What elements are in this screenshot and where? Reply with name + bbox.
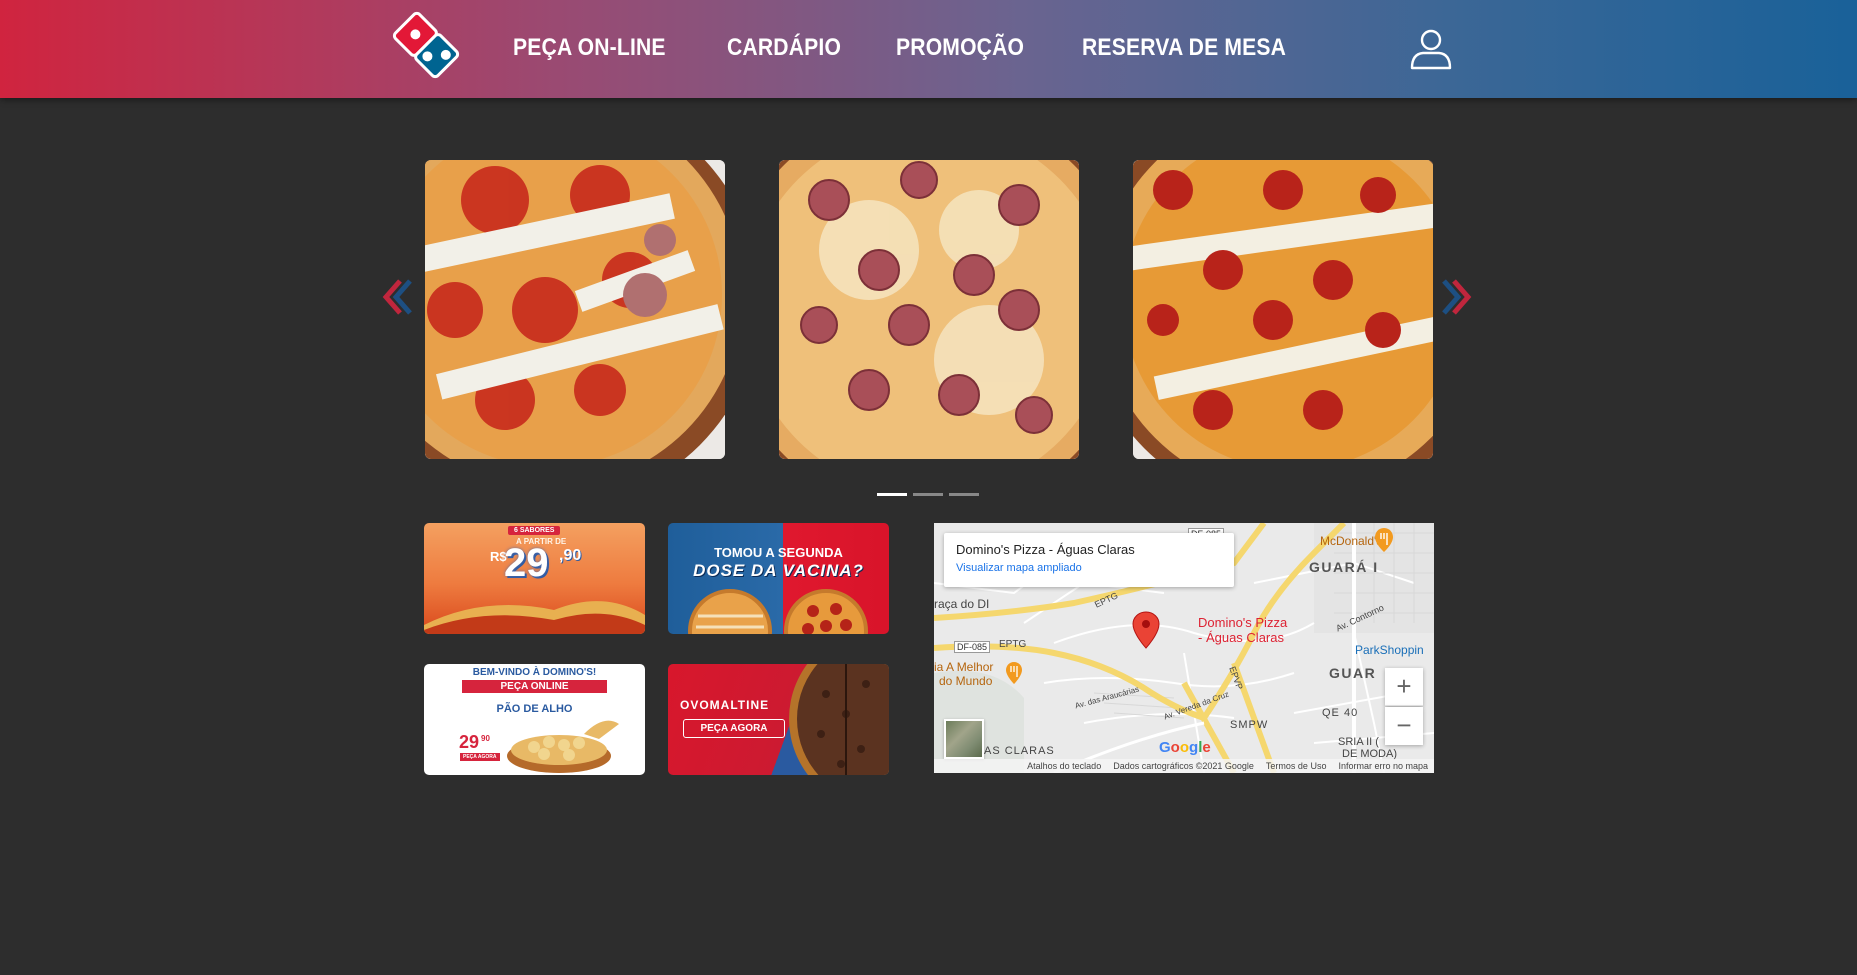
map-footer: Atalhos do teclado Dados cartográficos ©… [934,759,1434,773]
carousel-slide-pizza-salami[interactable] [779,160,1079,459]
carousel-dot-3[interactable] [949,493,979,496]
carousel-dots [877,493,979,496]
promo-banner-6-sabores[interactable]: 6 SABORES A PARTIR DE R$ 29 ,90 [424,523,645,634]
map-label-eptg-2: EPTG [999,639,1027,650]
promo-banner-pao-de-alho[interactable]: BEM-VINDO À DOMINO'S! PEÇA ONLINE PÃO DE… [424,664,645,775]
promo-peca-online: PEÇA ONLINE [462,680,607,693]
map-place-card: Domino's Pizza - Águas Claras Visualizar… [944,533,1234,587]
dominos-logo-icon[interactable] [390,7,462,79]
promo-cents: ,90 [559,547,582,564]
promo-vacina-line1: TOMOU A SEGUNDA [714,545,843,560]
map-label-a-melhor-2: do Mundo [939,674,993,688]
map-zoom-in-button[interactable]: + [1385,668,1423,706]
nav-peca-online[interactable]: PEÇA ON-LINE [513,34,666,62]
map-terms-link[interactable]: Termos de Uso [1266,759,1327,773]
two-pizzas-image [688,589,868,634]
garlic-bread-image [507,720,619,773]
map-enlarge-link[interactable]: Visualizar mapa ampliado [956,562,1222,574]
map-label-a-melhor-1: ia A Melhor [934,660,994,674]
map-label-guara-1: GUARÁ I [1309,559,1379,575]
promo-pao-price: 29 [459,732,480,752]
map-label-parkshopping: ParkShoppin [1355,643,1424,657]
promo-banner-vacina[interactable]: TOMOU A SEGUNDA DOSE DA VACINA? [668,523,889,634]
map-road-df085-left: DF-085 [954,641,991,653]
promo-welcome: BEM-VINDO À DOMINO'S! [472,667,597,678]
nav-reserva-de-mesa[interactable]: RESERVA DE MESA [1082,34,1286,62]
promo-vacina-line2: DOSE DA VACINA? [693,561,864,580]
chevron-right-icon[interactable] [1436,275,1476,319]
promo-pao-cents: 90 [481,734,490,743]
restaurant-pin-icon [1006,662,1022,684]
nav-promocao[interactable]: PROMOÇÃO [896,34,1024,62]
map-pin-label-1: Domino's Pizza [1198,615,1288,630]
promo-pao-cta: PEÇA AGORA [460,753,500,761]
map-keyboard-shortcuts-link[interactable]: Atalhos do teclado [1027,759,1101,773]
top-header: PEÇA ON-LINE CARDÁPIO PROMOÇÃO RESERVA D… [0,0,1857,98]
promo-badge: 6 SABORES [508,526,561,535]
promo-price: 29 [504,541,549,585]
map-satellite-toggle[interactable] [944,719,984,759]
promo-ovomaltine-cta: PEÇA AGORA [683,719,785,738]
user-account-icon[interactable] [1408,26,1454,72]
promo-banner-ovomaltine[interactable]: OVOMALTINE PEÇA AGORA [668,664,889,775]
carousel-slide-pizza-tomato-salami[interactable] [425,160,725,459]
map-data-attribution: Dados cartográficos ©2021 Google [1113,761,1254,771]
map-label-guara: GUAR [1329,665,1377,681]
map-zoom-out-button[interactable]: − [1385,707,1423,745]
google-map[interactable]: DF-085 DF-085 McDonald's GUARÁ I raça do… [934,523,1434,773]
map-place-title: Domino's Pizza - Águas Claras [956,542,1135,557]
google-logo: Google [1159,739,1211,756]
map-label-sria-1: SRIA II ( [1338,736,1379,748]
chevron-left-icon[interactable] [378,275,418,319]
chocolate-pizza-image [789,664,889,775]
map-label-as-claras: AS CLARAS [984,745,1055,757]
carousel-dot-1[interactable] [877,493,907,496]
map-label-qe40: QE 40 [1322,707,1359,719]
carousel-slide-pizza-pepperoni[interactable] [1133,160,1433,459]
map-label-praca: raça do DI [934,597,990,611]
promo-ovomaltine-brand: OVOMALTINE [680,698,770,712]
map-report-error-link[interactable]: Informar erro no mapa [1338,759,1428,773]
carousel-dot-2[interactable] [913,493,943,496]
map-label-smpw: SMPW [1230,719,1269,731]
nav-cardapio[interactable]: CARDÁPIO [727,34,841,62]
location-pin-icon[interactable] [1132,611,1160,649]
restaurant-pin-icon [1375,528,1393,552]
main-nav: PEÇA ON-LINE CARDÁPIO PROMOÇÃO RESERVA D… [513,34,1314,62]
map-pin-label-2: - Águas Claras [1198,630,1284,645]
pizza-slice-image [424,601,645,634]
